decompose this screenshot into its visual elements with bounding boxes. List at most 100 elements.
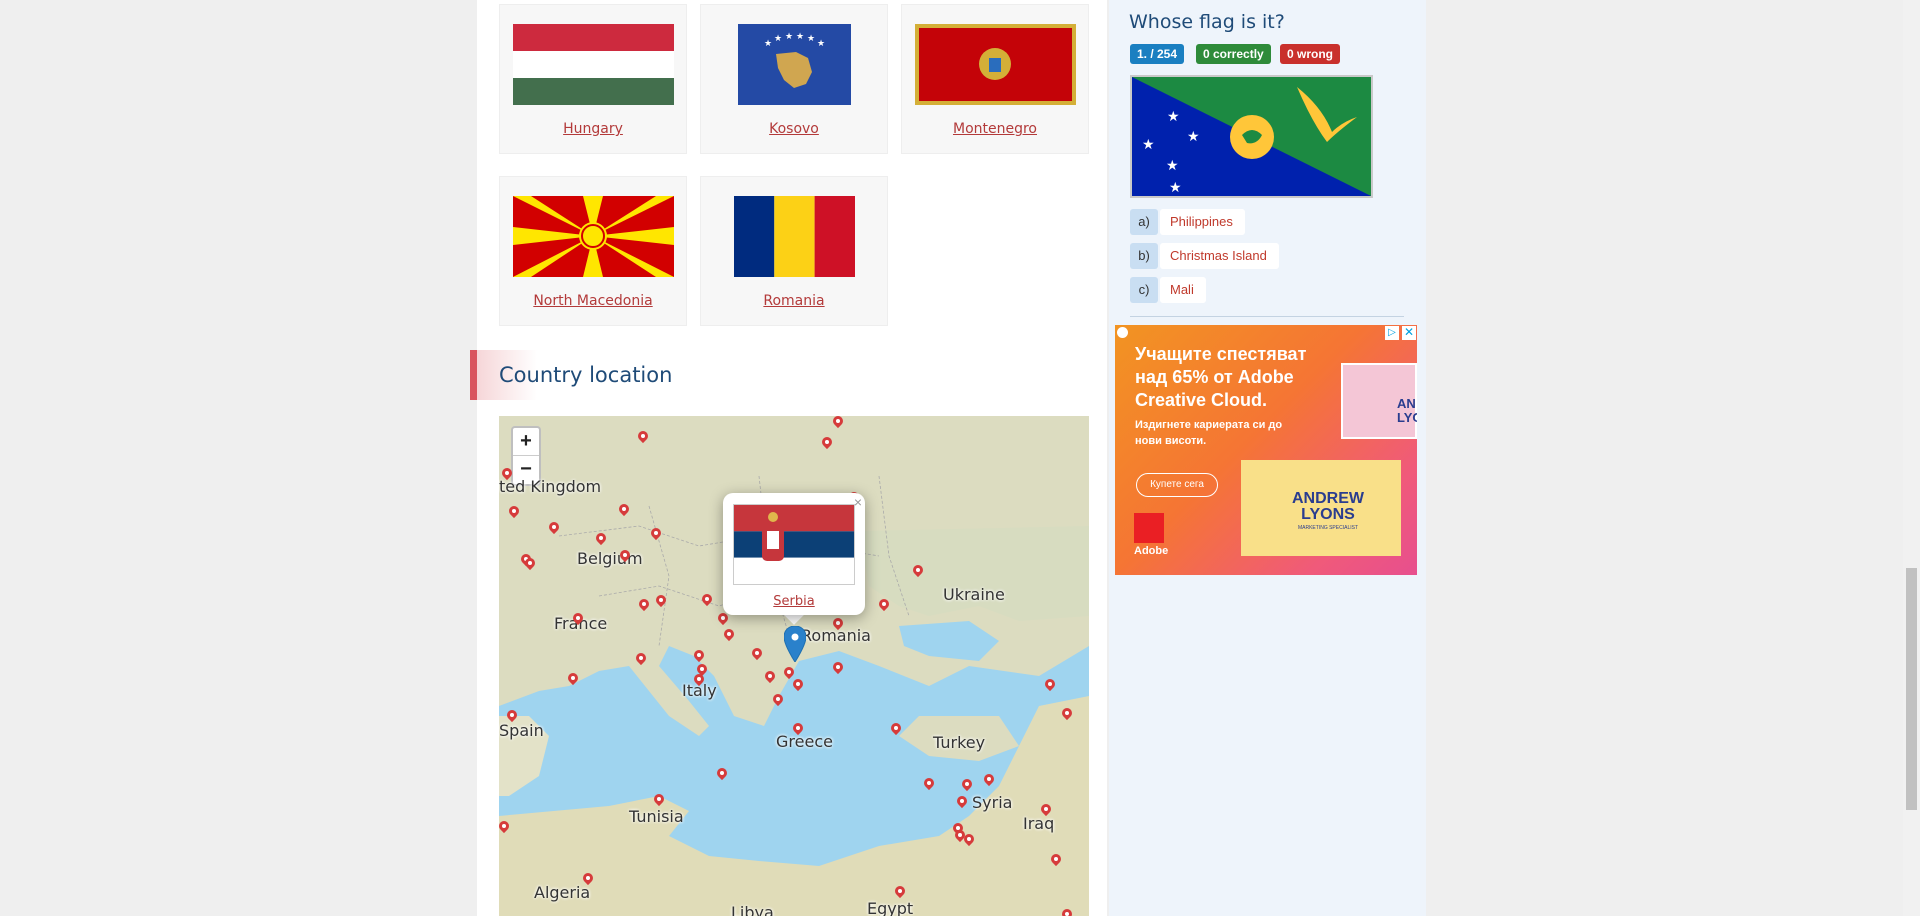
flag-link-romania[interactable]: Romania [701, 293, 887, 309]
map-pin[interactable] [773, 694, 783, 708]
map-pin[interactable] [1062, 708, 1072, 722]
map-pin[interactable] [656, 595, 666, 609]
map-pin[interactable] [822, 437, 832, 451]
flag-link-montenegro[interactable]: Montenegro [902, 121, 1088, 137]
map-pin[interactable] [879, 599, 889, 613]
ad-cta-button[interactable]: Купете сега [1136, 473, 1218, 497]
map-pin[interactable] [619, 504, 629, 518]
section-heading: Country location [470, 350, 1090, 400]
quiz-title: Whose flag is it? [1129, 11, 1285, 33]
map-pin[interactable] [962, 779, 972, 793]
map-pin[interactable] [694, 650, 704, 664]
flag-card-hungary[interactable]: Hungary [499, 4, 687, 154]
north-macedonia-flag [513, 196, 674, 277]
popup-close-button[interactable]: × [854, 494, 862, 510]
map-pin[interactable] [793, 679, 803, 693]
map-pin[interactable] [596, 533, 606, 547]
map-pin[interactable] [718, 613, 728, 627]
country-map[interactable]: + − ted Kingdom Belgium France Spain Ita… [499, 416, 1089, 916]
flag-card-montenegro[interactable]: Montenegro [901, 4, 1089, 154]
advertisement-banner[interactable]: Учащите спестяват над 65% от Adobe Creat… [1115, 325, 1417, 575]
ad-brand: Adobe [1134, 545, 1169, 557]
zoom-in-button[interactable]: + [513, 428, 539, 456]
map-pin[interactable] [525, 558, 535, 572]
ad-info-icon[interactable] [1117, 327, 1128, 338]
map-pin[interactable] [957, 796, 967, 810]
selected-location-marker-icon[interactable] [784, 626, 806, 662]
answer-text[interactable]: Mali [1160, 277, 1206, 303]
map-label: Libya [731, 903, 774, 916]
svg-text:★: ★ [785, 32, 793, 42]
map-pin[interactable] [636, 653, 646, 667]
map-pin[interactable] [702, 594, 712, 608]
map-pin[interactable] [984, 774, 994, 788]
map-pin[interactable] [499, 821, 509, 835]
map-popup: × Serbia [723, 493, 865, 615]
map-pin[interactable] [651, 528, 661, 542]
map-pin[interactable] [1045, 679, 1055, 693]
map-pin[interactable] [833, 618, 843, 632]
map-pin[interactable] [639, 599, 649, 613]
map-pin[interactable] [724, 629, 734, 643]
answer-letter: a) [1130, 209, 1158, 235]
svg-text:★: ★ [1187, 129, 1200, 145]
map-pin[interactable] [1062, 909, 1072, 916]
adchoices-icon[interactable]: ▷ [1385, 326, 1399, 340]
map-pin[interactable] [752, 648, 762, 662]
ad-close-icon[interactable]: ✕ [1402, 326, 1416, 340]
map-pin[interactable] [793, 723, 803, 737]
map-pin[interactable] [833, 662, 843, 676]
map-pin[interactable] [509, 506, 519, 520]
map-pin[interactable] [833, 416, 843, 430]
map-pin[interactable] [568, 673, 578, 687]
quiz-flag-image: ★ ★ ★ ★ ★ [1130, 75, 1373, 198]
map-pin[interactable] [717, 768, 727, 782]
page-scrollbar[interactable] [1903, 0, 1920, 916]
answer-text[interactable]: Christmas Island [1160, 243, 1279, 269]
map-pin[interactable] [1051, 854, 1061, 868]
flag-card-north-macedonia[interactable]: North Macedonia [499, 176, 687, 326]
map-pin[interactable] [549, 522, 559, 536]
ad-portrait-name: AN LYO [1397, 396, 1417, 425]
map-pin[interactable] [638, 431, 648, 445]
flag-link-north-macedonia[interactable]: North Macedonia [500, 293, 686, 309]
map-pin[interactable] [620, 550, 630, 564]
map-label: Spain [499, 721, 544, 740]
svg-text:★: ★ [807, 34, 815, 44]
map-pin[interactable] [507, 710, 517, 724]
answer-option-a[interactable]: a) Philippines [1130, 209, 1252, 235]
flag-link-kosovo[interactable]: Kosovo [701, 121, 887, 137]
scrollbar-thumb[interactable] [1906, 568, 1917, 810]
map-pin[interactable] [895, 886, 905, 900]
map-label: Greece [776, 732, 833, 751]
flag-card-romania[interactable]: Romania [700, 176, 888, 326]
map-label: Ukraine [943, 585, 1005, 604]
flag-card-kosovo[interactable]: ★ ★ ★ ★ ★ ★ Kosovo [700, 4, 888, 154]
ad-card-title: ANDREW LYONS [1292, 490, 1364, 523]
kosovo-flag: ★ ★ ★ ★ ★ ★ [738, 24, 851, 105]
map-pin[interactable] [913, 565, 923, 579]
wrong-badge: 0 wrong [1280, 44, 1341, 64]
section-title: Country location [499, 363, 673, 387]
map-label: Egypt [867, 899, 914, 916]
flag-link-hungary[interactable]: Hungary [500, 121, 686, 137]
map-pin[interactable] [502, 468, 512, 482]
answer-option-b[interactable]: b) Christmas Island [1130, 243, 1287, 269]
popup-country-link[interactable]: Serbia [723, 594, 865, 609]
correct-badge: 0 correctly [1196, 44, 1271, 64]
montenegro-flag [915, 24, 1076, 105]
map-pin[interactable] [891, 723, 901, 737]
map-pin[interactable] [583, 873, 593, 887]
adobe-logo-icon [1134, 513, 1164, 543]
map-pin[interactable] [654, 794, 664, 808]
map-pin[interactable] [765, 671, 775, 685]
map-pin[interactable] [964, 834, 974, 848]
map-pin[interactable] [924, 778, 934, 792]
map-pin[interactable] [1041, 804, 1051, 818]
map-pin[interactable] [694, 674, 704, 688]
answer-option-c[interactable]: c) Mali [1130, 277, 1212, 303]
svg-text:★: ★ [1142, 137, 1155, 153]
map-label: Turkey [933, 733, 986, 752]
map-pin[interactable] [573, 613, 583, 627]
answer-text[interactable]: Philippines [1160, 209, 1245, 235]
